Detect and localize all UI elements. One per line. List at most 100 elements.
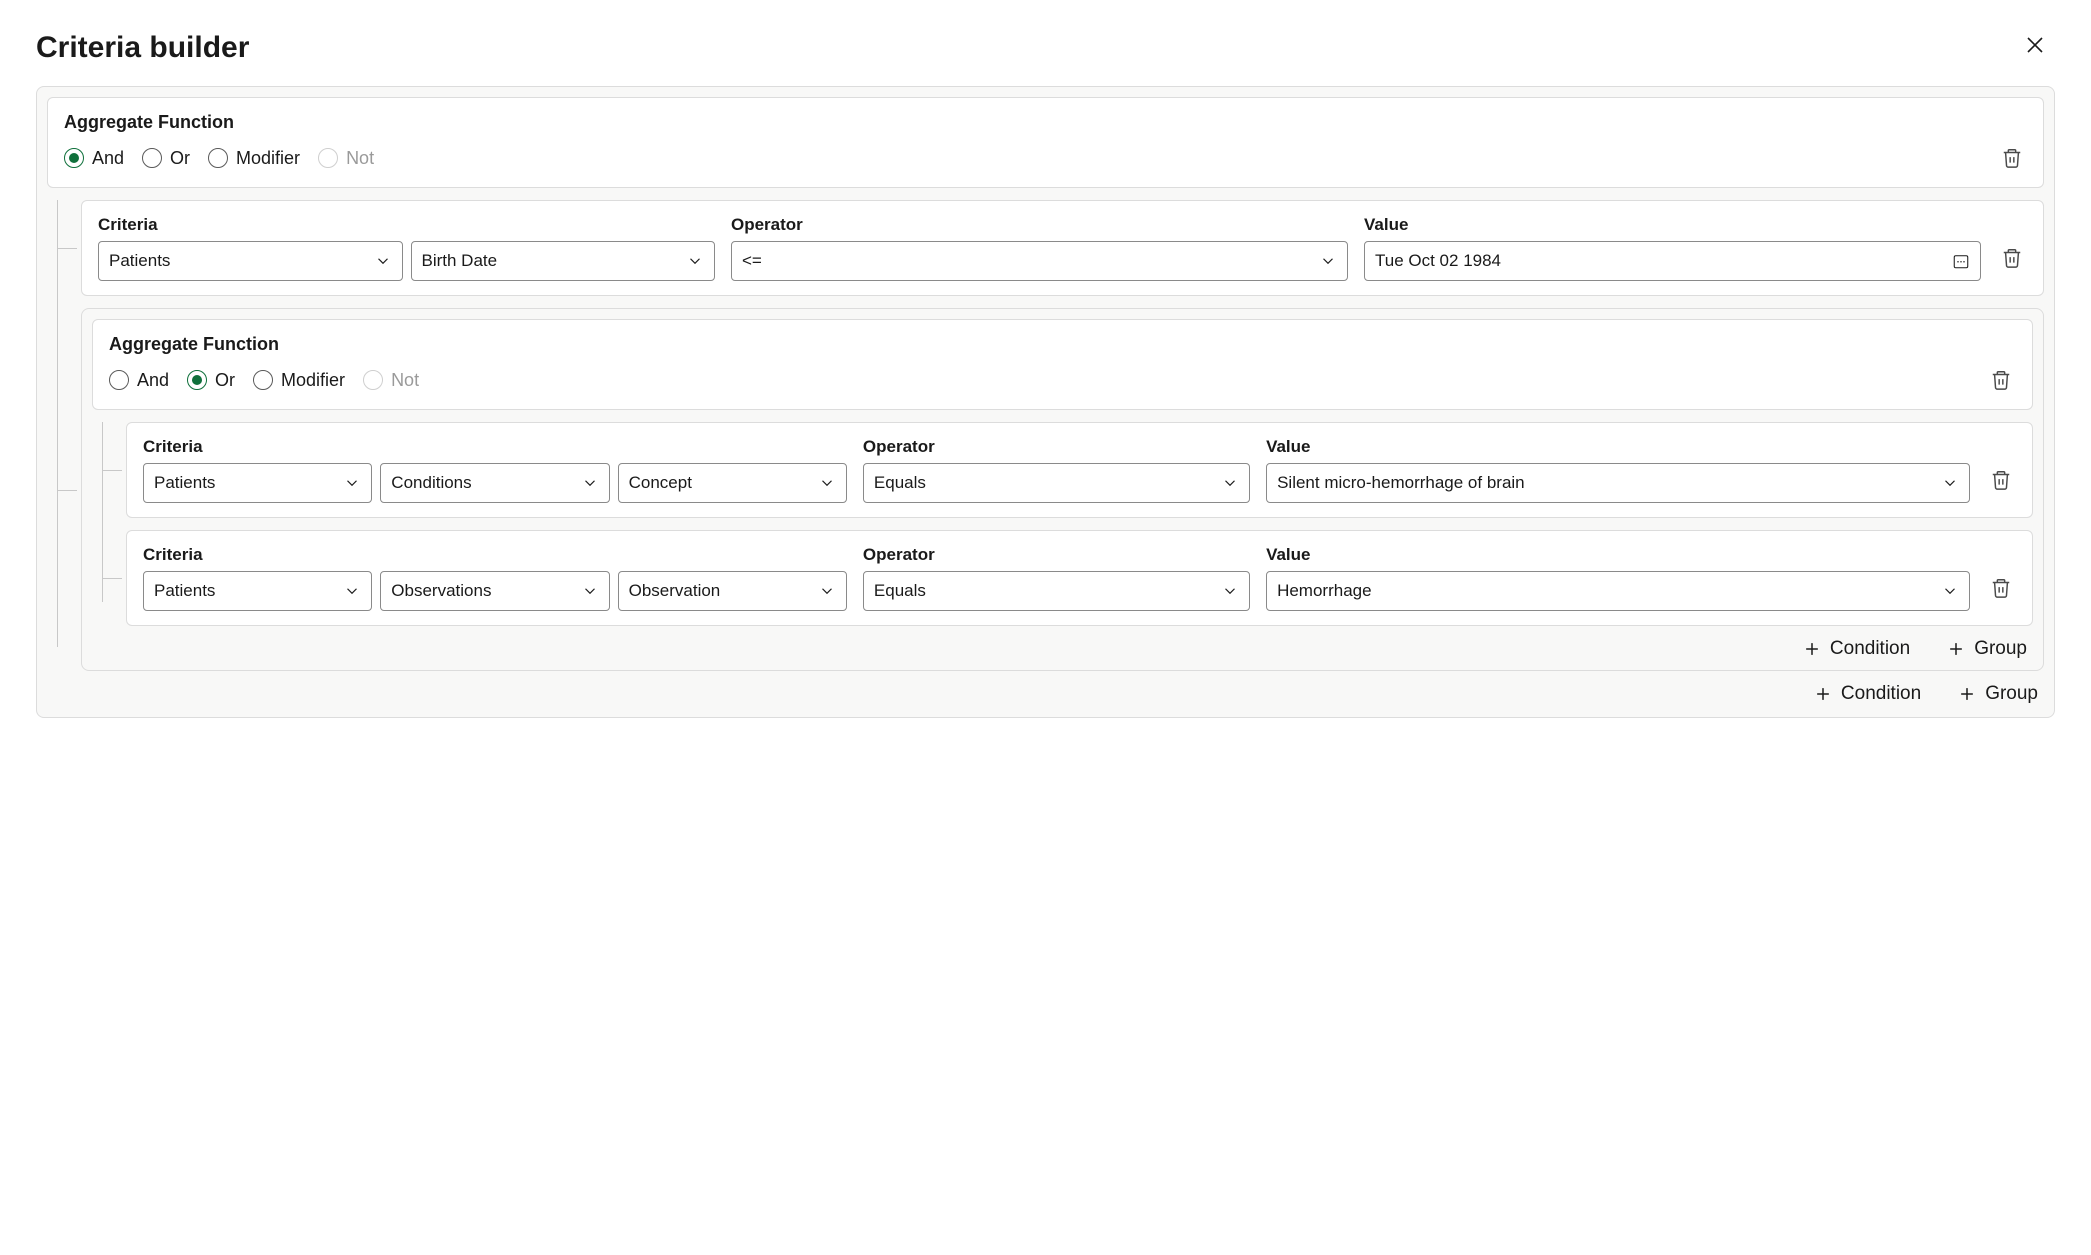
select-value: Conditions xyxy=(391,473,574,493)
select-value: Observations xyxy=(391,581,574,601)
date-value: Tue Oct 02 1984 xyxy=(1375,251,1946,271)
nested-group: Aggregate Function And Or xyxy=(81,308,2044,671)
close-icon xyxy=(2023,33,2047,57)
radio-label: Not xyxy=(391,370,419,391)
radio-label: And xyxy=(137,370,169,391)
radio-icon xyxy=(208,148,228,168)
operator-select[interactable]: Equals xyxy=(863,571,1250,611)
criteria-select-level1[interactable]: Patients xyxy=(143,571,372,611)
root-group-header: Aggregate Function And Or Modifier Not xyxy=(47,97,2044,188)
value-select[interactable]: Hemorrhage xyxy=(1266,571,1970,611)
delete-condition-button[interactable] xyxy=(1997,243,2027,273)
radio-label: Or xyxy=(170,148,190,169)
select-value: Equals xyxy=(874,581,1215,601)
chevron-down-icon xyxy=(1319,252,1337,270)
radio-modifier[interactable]: Modifier xyxy=(253,370,345,391)
chevron-down-icon xyxy=(1221,582,1239,600)
chevron-down-icon xyxy=(1221,474,1239,492)
add-group-button[interactable]: Group xyxy=(1946,638,2027,660)
nested-group-header: Aggregate Function And Or xyxy=(92,319,2033,410)
value-label: Value xyxy=(1266,545,1970,565)
radio-icon xyxy=(363,370,383,390)
add-condition-button[interactable]: Condition xyxy=(1813,683,1921,705)
value-label: Value xyxy=(1266,437,1970,457)
button-label: Condition xyxy=(1841,683,1921,705)
radio-label: Or xyxy=(215,370,235,391)
date-picker-icon xyxy=(1952,252,1970,270)
plus-icon xyxy=(1946,639,1966,659)
close-button[interactable] xyxy=(2015,28,2055,68)
radio-icon xyxy=(142,148,162,168)
chevron-down-icon xyxy=(818,582,836,600)
select-value: Patients xyxy=(109,251,368,271)
criteria-select-level1[interactable]: Patients xyxy=(143,463,372,503)
chevron-down-icon xyxy=(374,252,392,270)
radio-label: And xyxy=(92,148,124,169)
trash-icon xyxy=(1990,469,2012,491)
criteria-select-level2[interactable]: Conditions xyxy=(380,463,609,503)
radio-icon xyxy=(109,370,129,390)
criteria-select-level2[interactable]: Birth Date xyxy=(411,241,716,281)
select-value: <= xyxy=(742,251,1313,271)
value-date-input[interactable]: Tue Oct 02 1984 xyxy=(1364,241,1981,281)
delete-group-button[interactable] xyxy=(1997,143,2027,173)
criteria-select-level3[interactable]: Observation xyxy=(618,571,847,611)
plus-icon xyxy=(1957,684,1977,704)
radio-and[interactable]: And xyxy=(109,370,169,391)
criteria-row: Criteria Patients Birth Date Operator xyxy=(81,200,2044,296)
button-label: Group xyxy=(1985,683,2038,705)
chevron-down-icon xyxy=(581,474,599,492)
root-children: Criteria Patients Birth Date Operator xyxy=(57,200,2044,671)
select-value: Patients xyxy=(154,581,337,601)
criteria-label: Criteria xyxy=(143,437,847,457)
select-value: Equals xyxy=(874,473,1215,493)
nested-actions: Condition Group xyxy=(92,626,2033,660)
select-value: Birth Date xyxy=(422,251,681,271)
trash-icon xyxy=(1990,369,2012,391)
add-group-button[interactable]: Group xyxy=(1957,683,2038,705)
radio-or[interactable]: Or xyxy=(187,370,235,391)
operator-select[interactable]: <= xyxy=(731,241,1348,281)
add-condition-button[interactable]: Condition xyxy=(1802,638,1910,660)
delete-group-button[interactable] xyxy=(1986,365,2016,395)
chevron-down-icon xyxy=(343,582,361,600)
root-aggregate-radio-group: And Or Modifier Not xyxy=(64,148,374,169)
criteria-select-level1[interactable]: Patients xyxy=(98,241,403,281)
radio-modifier[interactable]: Modifier xyxy=(208,148,300,169)
chevron-down-icon xyxy=(581,582,599,600)
radio-and[interactable]: And xyxy=(64,148,124,169)
root-actions: Condition Group xyxy=(47,671,2044,705)
radio-label: Modifier xyxy=(236,148,300,169)
operator-label: Operator xyxy=(863,545,1250,565)
value-select[interactable]: Silent micro-hemorrhage of brain xyxy=(1266,463,1970,503)
radio-not: Not xyxy=(318,148,374,169)
aggregate-function-label: Aggregate Function xyxy=(64,112,2027,133)
criteria-select-level3[interactable]: Concept xyxy=(618,463,847,503)
operator-label: Operator xyxy=(863,437,1250,457)
aggregate-function-label: Aggregate Function xyxy=(109,334,2016,355)
trash-icon xyxy=(2001,147,2023,169)
select-value: Observation xyxy=(629,581,812,601)
delete-condition-button[interactable] xyxy=(1986,573,2016,603)
operator-select[interactable]: Equals xyxy=(863,463,1250,503)
plus-icon xyxy=(1813,684,1833,704)
button-label: Condition xyxy=(1830,638,1910,660)
radio-or[interactable]: Or xyxy=(142,148,190,169)
criteria-select-level2[interactable]: Observations xyxy=(380,571,609,611)
criteria-label: Criteria xyxy=(98,215,715,235)
trash-icon xyxy=(1990,577,2012,599)
radio-not: Not xyxy=(363,370,419,391)
radio-icon xyxy=(187,370,207,390)
operator-label: Operator xyxy=(731,215,1348,235)
delete-condition-button[interactable] xyxy=(1986,465,2016,495)
criteria-label: Criteria xyxy=(143,545,847,565)
chevron-down-icon xyxy=(1941,474,1959,492)
value-label: Value xyxy=(1364,215,1981,235)
chevron-down-icon xyxy=(1941,582,1959,600)
radio-icon xyxy=(318,148,338,168)
trash-icon xyxy=(2001,247,2023,269)
nested-aggregate-radio-group: And Or Modifier xyxy=(109,370,419,391)
nested-children: Criteria Patients Conditions xyxy=(102,422,2033,626)
button-label: Group xyxy=(1974,638,2027,660)
select-value: Hemorrhage xyxy=(1277,581,1935,601)
